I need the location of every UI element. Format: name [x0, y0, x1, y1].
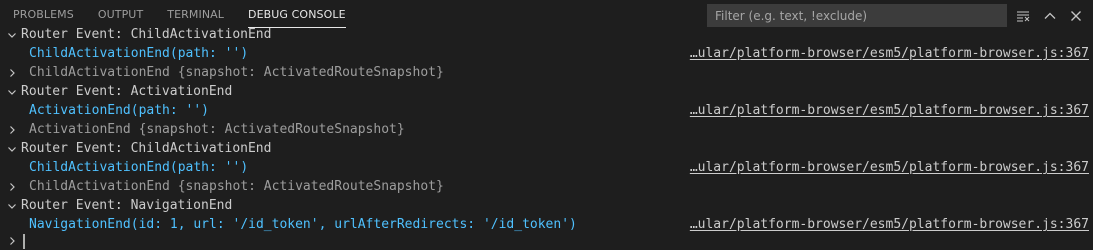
- chevron-down-icon[interactable]: [5, 139, 19, 158]
- object-preview: ActivationEnd {snapshot: ActivatedRouteS…: [29, 122, 405, 137]
- object-preview: ChildActivationEnd {snapshot: ActivatedR…: [29, 179, 444, 194]
- console-group-row[interactable]: Router Event: ActivationEnd: [0, 82, 1093, 101]
- prompt-chevron-icon: [5, 232, 19, 250]
- chevron-up-icon[interactable]: [1039, 5, 1061, 27]
- chevron-right-icon[interactable]: [5, 63, 19, 82]
- group-label: Router Event: NavigationEnd: [21, 198, 233, 213]
- event-text: ChildActivationEnd(path: ''): [29, 46, 249, 61]
- console-group-row[interactable]: Router Event: ChildActivationEnd: [0, 139, 1093, 158]
- console-group-row[interactable]: Router Event: ChildActivationEnd: [0, 25, 1093, 44]
- source-link[interactable]: …ular/platform-browser/esm5/platform-bro…: [690, 101, 1089, 120]
- event-text: ActivationEnd(path: ''): [29, 103, 210, 118]
- chevron-right-icon[interactable]: [5, 120, 19, 139]
- event-text: ChildActivationEnd(path: ''): [29, 160, 249, 175]
- group-label: Router Event: ActivationEnd: [21, 84, 233, 99]
- repl-input[interactable]: [0, 232, 1093, 250]
- group-label: Router Event: ChildActivationEnd: [21, 141, 272, 156]
- chevron-down-icon[interactable]: [5, 25, 19, 44]
- object-preview: ChildActivationEnd {snapshot: ActivatedR…: [29, 65, 444, 80]
- console-group-row[interactable]: Router Event: NavigationEnd: [0, 196, 1093, 215]
- source-link[interactable]: …ular/platform-browser/esm5/platform-bro…: [690, 158, 1089, 177]
- text-cursor: [23, 234, 25, 249]
- chevron-down-icon[interactable]: [5, 82, 19, 101]
- filter-input[interactable]: [707, 4, 1007, 27]
- console-object-row[interactable]: ChildActivationEnd {snapshot: ActivatedR…: [0, 63, 1093, 82]
- console-event-row: ActivationEnd(path: '') …ular/platform-b…: [0, 101, 1093, 120]
- close-icon[interactable]: [1065, 5, 1087, 27]
- chevron-right-icon[interactable]: [5, 177, 19, 196]
- source-link[interactable]: …ular/platform-browser/esm5/platform-bro…: [690, 44, 1089, 63]
- debug-console-output: Router Event: ChildActivationEnd ChildAc…: [0, 25, 1093, 250]
- group-label: Router Event: ChildActivationEnd: [21, 27, 272, 42]
- console-event-row: ChildActivationEnd(path: '') …ular/platf…: [0, 44, 1093, 63]
- chevron-down-icon[interactable]: [5, 196, 19, 215]
- console-object-row[interactable]: ActivationEnd {snapshot: ActivatedRouteS…: [0, 120, 1093, 139]
- clear-console-icon[interactable]: [1012, 5, 1034, 27]
- console-object-row[interactable]: ChildActivationEnd {snapshot: ActivatedR…: [0, 177, 1093, 196]
- console-event-row: ChildActivationEnd(path: '') …ular/platf…: [0, 158, 1093, 177]
